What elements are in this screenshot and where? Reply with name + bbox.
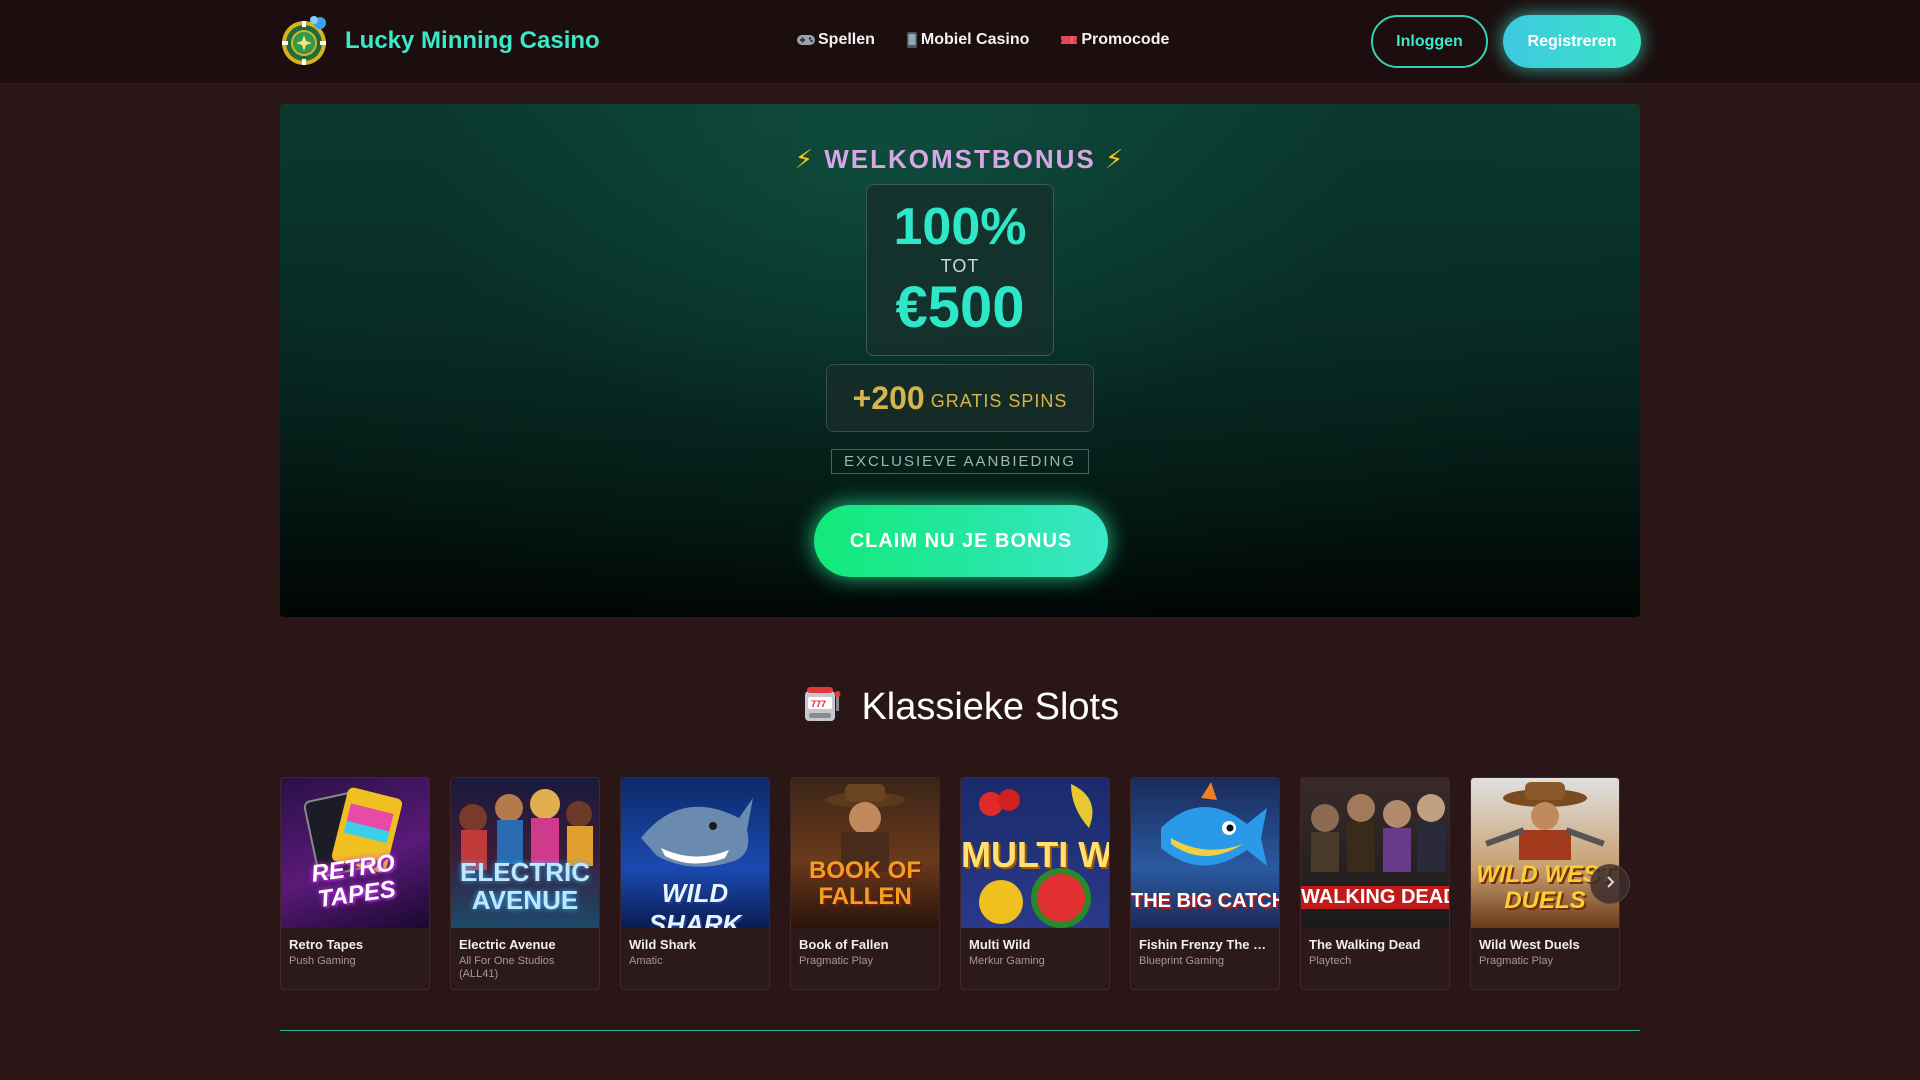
main-nav: Spellen Mobiel Casino Promocode [796,31,1169,49]
bonus-tot: TOT [940,256,980,276]
game-card-fishin-frenzy[interactable]: THE BIG CATCH Fishin Frenzy The Bi... Bl… [1130,777,1280,990]
game-provider: Pragmatic Play [1479,955,1553,967]
game-card-multi-wild[interactable]: MULTI WILD Multi Wild Merkur Gaming [960,777,1110,990]
nav-label-spellen: Spellen [818,31,875,48]
claim-bonus-button[interactable]: CLAIM NU JE BONUS [814,505,1108,577]
nav-item-promocode[interactable]: Promocode [1059,31,1169,49]
thumbnail-title: WALKING DEAD [1301,886,1449,909]
thumbnail-title: MULTI WILD [961,834,1109,875]
bonus-heading: ⚡ WELKOMSTBONUS ⚡ [280,144,1640,175]
spins-text: GRATIS SPINS [930,390,1068,411]
game-provider: Amatic [629,955,663,967]
game-thumbnail: BOOK OF FALLEN [791,778,939,928]
svg-text:777: 777 [811,699,826,709]
game-provider: Blueprint Gaming [1139,955,1224,967]
thumbnail-title: BOOK OF FALLEN [809,857,921,910]
game-name: Wild Shark [629,937,697,952]
game-name: Fishin Frenzy The Bi... [1139,937,1273,952]
bonus-percent: 100% [893,198,1027,256]
game-thumbnail: ELECTRIC AVENUE [451,778,599,928]
game-card-electric-avenue[interactable]: ELECTRIC AVENUE Electric Avenue All For … [450,777,600,990]
carousel-next-button[interactable] [1590,864,1630,904]
game-name: Book of Fallen [799,937,889,952]
section-title-text: Klassieke Slots [861,686,1120,728]
game-name: Electric Avenue [459,937,556,952]
brand-name[interactable]: Lucky Minning Casino [345,27,600,55]
bonus-amount-box: 100% TOT €500 [866,184,1054,356]
login-button[interactable]: Inloggen [1371,15,1488,68]
thumbnail-title: WILD SHARK [648,878,742,928]
game-name: Wild West Duels [1479,937,1580,952]
slot-machine-icon: 777 [801,683,843,735]
game-card-walking-dead[interactable]: WALKING DEAD The Walking Dead Playtech [1300,777,1450,990]
section-divider [280,1030,1640,1031]
thumbnail-title: ELECTRIC AVENUE [460,857,590,915]
bonus-heading-text: WELKOMSTBONUS [824,144,1096,174]
game-provider: Playtech [1309,955,1352,967]
game-name: Multi Wild [969,937,1031,952]
game-card-book-of-fallen[interactable]: BOOK OF FALLEN Book of Fallen Pragmatic … [790,777,940,990]
game-card-wild-shark[interactable]: WILD SHARK Wild Shark Amatic [620,777,770,990]
gamepad-icon [796,32,816,48]
bonus-amount: €500 [895,275,1025,340]
game-thumbnail: WALKING DEAD [1301,778,1449,928]
welcome-bonus-banner: ⚡ WELKOMSTBONUS ⚡ 100% TOT €500 +200 GRA… [280,104,1640,617]
game-card-retro-tapes[interactable]: RETRO TAPES Retro Tapes Push Gaming [280,777,430,990]
nav-item-mobiel-casino[interactable]: Mobiel Casino [905,31,1029,49]
ticket-icon [1059,32,1079,48]
chevron-right-icon [1603,875,1617,894]
game-thumbnail: WILD SHARK [621,778,769,928]
section-title-classic-slots: 777 Klassieke Slots [0,683,1920,735]
nav-label-promocode: Promocode [1081,31,1170,48]
register-button[interactable]: Registreren [1503,15,1641,68]
casino-chip-logo[interactable] [280,15,332,67]
nav-item-spellen[interactable]: Spellen [796,31,875,49]
lightning-icon: ⚡ [1105,144,1126,174]
nav-label-mobiel-casino: Mobiel Casino [920,31,1030,48]
game-provider: All For One Studios (ALL41) [459,955,555,980]
exclusive-offer-badge: EXCLUSIEVE AANBIEDING [831,449,1089,474]
mobile-phone-icon [905,31,919,49]
thumbnail-title: THE BIG CATCH [1131,890,1279,912]
game-name: The Walking Dead [1309,937,1421,952]
game-thumbnail: THE BIG CATCH [1131,778,1279,928]
game-thumbnail: MULTI WILD [961,778,1109,928]
game-provider: Push Gaming [289,955,356,967]
game-thumbnail: WILD WEST DUELS [1471,778,1619,928]
site-header: Lucky Minning Casino Spellen Mobiel Casi… [0,0,1920,84]
game-provider: Merkur Gaming [969,955,1045,967]
game-name: Retro Tapes [289,937,364,952]
free-spins-box: +200 GRATIS SPINS [826,364,1094,432]
game-provider: Pragmatic Play [799,955,873,967]
lightning-icon: ⚡ [794,144,815,174]
spins-count: +200 [852,379,925,416]
game-thumbnail: RETRO TAPES [281,778,429,928]
